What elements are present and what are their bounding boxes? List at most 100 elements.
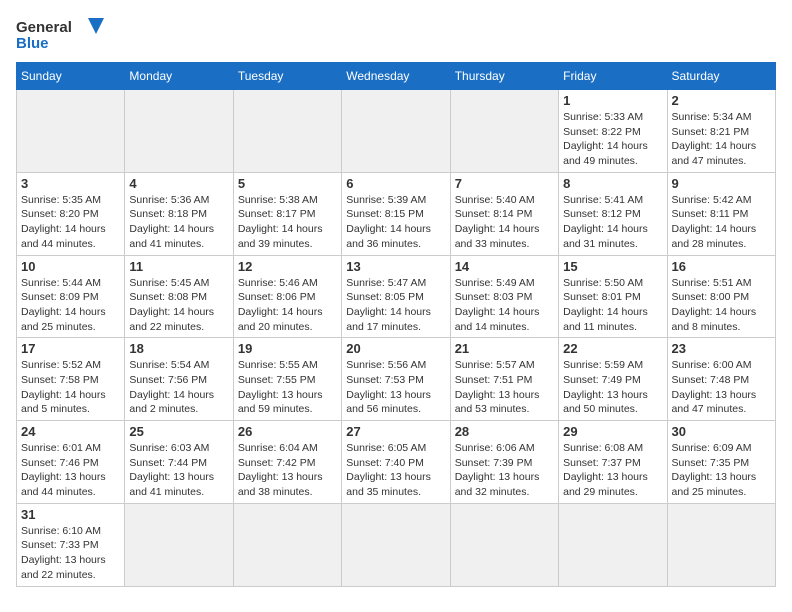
day-info: Sunrise: 5:45 AM Sunset: 8:08 PM Dayligh… <box>129 276 228 335</box>
day-number: 21 <box>455 341 554 356</box>
calendar-cell: 24Sunrise: 6:01 AM Sunset: 7:46 PM Dayli… <box>17 421 125 504</box>
day-info: Sunrise: 6:04 AM Sunset: 7:42 PM Dayligh… <box>238 441 337 500</box>
calendar-cell: 29Sunrise: 6:08 AM Sunset: 7:37 PM Dayli… <box>559 421 667 504</box>
day-info: Sunrise: 6:00 AM Sunset: 7:48 PM Dayligh… <box>672 358 771 417</box>
logo-svg: GeneralBlue <box>16 16 106 52</box>
calendar-cell: 28Sunrise: 6:06 AM Sunset: 7:39 PM Dayli… <box>450 421 558 504</box>
day-number: 13 <box>346 259 445 274</box>
calendar-cell: 6 Sunrise: 5:39 AM Sunset: 8:15 PM Daylig… <box>342 172 450 255</box>
page-header: GeneralBlue <box>16 16 776 52</box>
day-number: 1 <box>563 93 662 108</box>
calendar-cell: 15 Sunrise: 5:50 AM Sunset: 8:01 PM Dayli… <box>559 255 667 338</box>
calendar-cell <box>450 503 558 586</box>
day-number: 5 <box>238 176 337 191</box>
day-info: Sunrise: 6:10 AM Sunset: 7:33 PM Dayligh… <box>21 524 120 583</box>
calendar-cell: 27 Sunrise: 6:05 AM Sunset: 7:40 PM Dayli… <box>342 421 450 504</box>
day-number: 27 <box>346 424 445 439</box>
calendar-header-saturday: Saturday <box>667 63 775 90</box>
calendar-cell: 7Sunrise: 5:40 AM Sunset: 8:14 PM Daylig… <box>450 172 558 255</box>
day-info: Sunrise: 5:34 AM Sunset: 8:21 PM Dayligh… <box>672 110 771 169</box>
day-number: 25 <box>129 424 228 439</box>
day-number: 16 <box>672 259 771 274</box>
calendar-week-row: 24Sunrise: 6:01 AM Sunset: 7:46 PM Dayli… <box>17 421 776 504</box>
calendar-cell <box>559 503 667 586</box>
logo: GeneralBlue <box>16 16 106 52</box>
day-info: Sunrise: 6:05 AM Sunset: 7:40 PM Dayligh… <box>346 441 445 500</box>
day-number: 9 <box>672 176 771 191</box>
svg-text:Blue: Blue <box>16 35 49 52</box>
calendar-cell: 1 Sunrise: 5:33 AM Sunset: 8:22 PM Daylig… <box>559 90 667 173</box>
day-info: Sunrise: 5:46 AM Sunset: 8:06 PM Dayligh… <box>238 276 337 335</box>
calendar-header-friday: Friday <box>559 63 667 90</box>
calendar-cell: 13 Sunrise: 5:47 AM Sunset: 8:05 PM Dayli… <box>342 255 450 338</box>
day-info: Sunrise: 5:51 AM Sunset: 8:00 PM Dayligh… <box>672 276 771 335</box>
calendar-cell: 16 Sunrise: 5:51 AM Sunset: 8:00 PM Dayli… <box>667 255 775 338</box>
day-number: 23 <box>672 341 771 356</box>
calendar-cell: 17Sunrise: 5:52 AM Sunset: 7:58 PM Dayli… <box>17 338 125 421</box>
day-info: Sunrise: 5:38 AM Sunset: 8:17 PM Dayligh… <box>238 193 337 252</box>
day-number: 2 <box>672 93 771 108</box>
calendar-cell <box>342 90 450 173</box>
day-info: Sunrise: 5:44 AM Sunset: 8:09 PM Dayligh… <box>21 276 120 335</box>
day-number: 31 <box>21 507 120 522</box>
day-number: 7 <box>455 176 554 191</box>
day-number: 30 <box>672 424 771 439</box>
day-number: 8 <box>563 176 662 191</box>
calendar-cell <box>233 503 341 586</box>
calendar-header-monday: Monday <box>125 63 233 90</box>
day-info: Sunrise: 5:59 AM Sunset: 7:49 PM Dayligh… <box>563 358 662 417</box>
day-number: 18 <box>129 341 228 356</box>
calendar-header-thursday: Thursday <box>450 63 558 90</box>
calendar-cell: 14 Sunrise: 5:49 AM Sunset: 8:03 PM Dayli… <box>450 255 558 338</box>
day-number: 14 <box>455 259 554 274</box>
day-info: Sunrise: 5:52 AM Sunset: 7:58 PM Dayligh… <box>21 358 120 417</box>
calendar-header-tuesday: Tuesday <box>233 63 341 90</box>
calendar-cell: 12Sunrise: 5:46 AM Sunset: 8:06 PM Dayli… <box>233 255 341 338</box>
day-info: Sunrise: 5:36 AM Sunset: 8:18 PM Dayligh… <box>129 193 228 252</box>
calendar-cell: 2 Sunrise: 5:34 AM Sunset: 8:21 PM Daylig… <box>667 90 775 173</box>
calendar-cell: 18 Sunrise: 5:54 AM Sunset: 7:56 PM Dayli… <box>125 338 233 421</box>
day-info: Sunrise: 5:35 AM Sunset: 8:20 PM Dayligh… <box>21 193 120 252</box>
calendar-cell <box>125 503 233 586</box>
svg-text:General: General <box>16 19 72 36</box>
day-info: Sunrise: 5:57 AM Sunset: 7:51 PM Dayligh… <box>455 358 554 417</box>
calendar-week-row: 3 Sunrise: 5:35 AM Sunset: 8:20 PM Daylig… <box>17 172 776 255</box>
day-info: Sunrise: 5:39 AM Sunset: 8:15 PM Dayligh… <box>346 193 445 252</box>
day-number: 20 <box>346 341 445 356</box>
day-number: 3 <box>21 176 120 191</box>
calendar-cell: 10Sunrise: 5:44 AM Sunset: 8:09 PM Dayli… <box>17 255 125 338</box>
calendar-cell: 8 Sunrise: 5:41 AM Sunset: 8:12 PM Daylig… <box>559 172 667 255</box>
calendar-header-row: SundayMondayTuesdayWednesdayThursdayFrid… <box>17 63 776 90</box>
calendar-cell: 4Sunrise: 5:36 AM Sunset: 8:18 PM Daylig… <box>125 172 233 255</box>
day-number: 15 <box>563 259 662 274</box>
calendar-cell: 22Sunrise: 5:59 AM Sunset: 7:49 PM Dayli… <box>559 338 667 421</box>
day-number: 28 <box>455 424 554 439</box>
day-info: Sunrise: 5:41 AM Sunset: 8:12 PM Dayligh… <box>563 193 662 252</box>
calendar-week-row: 31 Sunrise: 6:10 AM Sunset: 7:33 PM Dayli… <box>17 503 776 586</box>
calendar-cell <box>450 90 558 173</box>
day-number: 6 <box>346 176 445 191</box>
calendar-cell: 20Sunrise: 5:56 AM Sunset: 7:53 PM Dayli… <box>342 338 450 421</box>
day-info: Sunrise: 6:01 AM Sunset: 7:46 PM Dayligh… <box>21 441 120 500</box>
calendar-week-row: 17Sunrise: 5:52 AM Sunset: 7:58 PM Dayli… <box>17 338 776 421</box>
day-info: Sunrise: 5:47 AM Sunset: 8:05 PM Dayligh… <box>346 276 445 335</box>
calendar-cell: 23 Sunrise: 6:00 AM Sunset: 7:48 PM Dayli… <box>667 338 775 421</box>
calendar-header-sunday: Sunday <box>17 63 125 90</box>
day-number: 29 <box>563 424 662 439</box>
day-info: Sunrise: 6:03 AM Sunset: 7:44 PM Dayligh… <box>129 441 228 500</box>
calendar-header-wednesday: Wednesday <box>342 63 450 90</box>
day-info: Sunrise: 5:50 AM Sunset: 8:01 PM Dayligh… <box>563 276 662 335</box>
calendar-cell: 19Sunrise: 5:55 AM Sunset: 7:55 PM Dayli… <box>233 338 341 421</box>
calendar-cell: 5 Sunrise: 5:38 AM Sunset: 8:17 PM Daylig… <box>233 172 341 255</box>
day-info: Sunrise: 5:49 AM Sunset: 8:03 PM Dayligh… <box>455 276 554 335</box>
calendar-table: SundayMondayTuesdayWednesdayThursdayFrid… <box>16 62 776 587</box>
day-info: Sunrise: 5:55 AM Sunset: 7:55 PM Dayligh… <box>238 358 337 417</box>
calendar-cell <box>342 503 450 586</box>
calendar-week-row: 1 Sunrise: 5:33 AM Sunset: 8:22 PM Daylig… <box>17 90 776 173</box>
day-number: 11 <box>129 259 228 274</box>
day-info: Sunrise: 5:33 AM Sunset: 8:22 PM Dayligh… <box>563 110 662 169</box>
calendar-cell <box>17 90 125 173</box>
day-info: Sunrise: 5:54 AM Sunset: 7:56 PM Dayligh… <box>129 358 228 417</box>
calendar-cell: 3 Sunrise: 5:35 AM Sunset: 8:20 PM Daylig… <box>17 172 125 255</box>
day-info: Sunrise: 5:42 AM Sunset: 8:11 PM Dayligh… <box>672 193 771 252</box>
